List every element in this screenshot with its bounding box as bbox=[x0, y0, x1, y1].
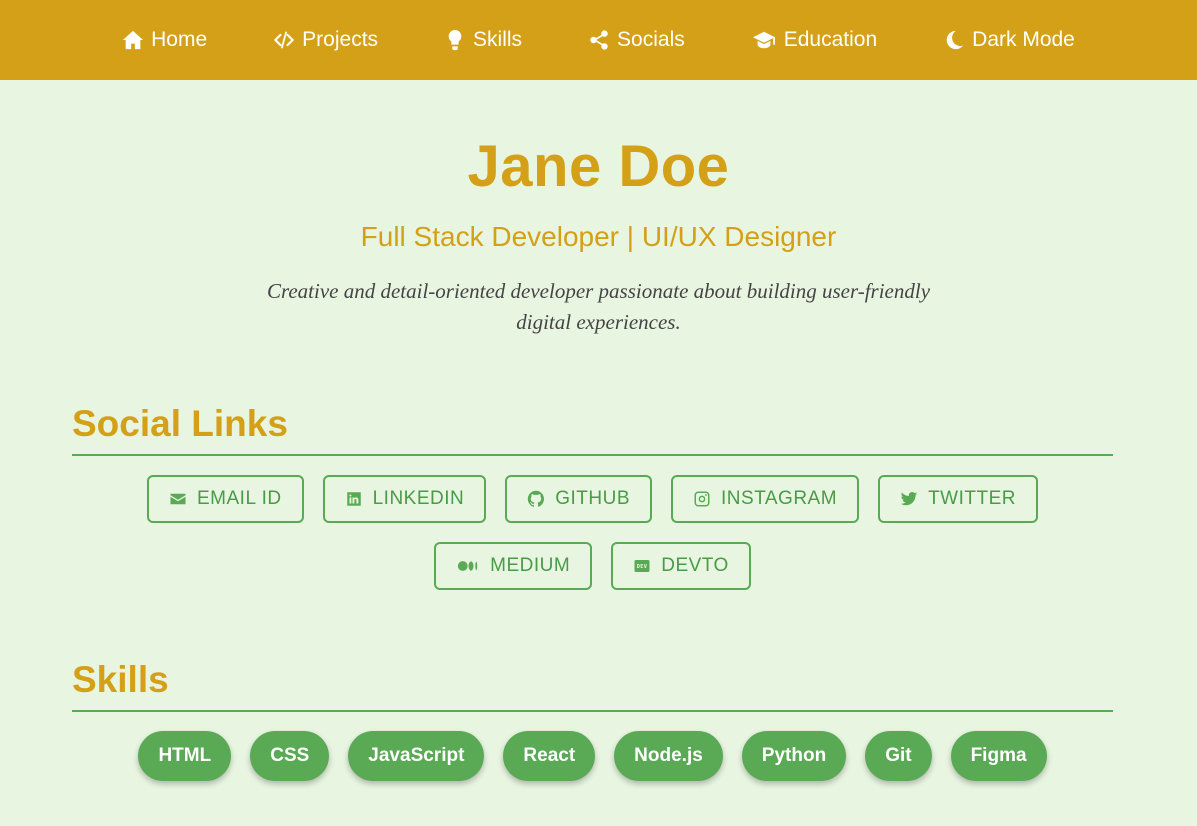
code-icon bbox=[274, 31, 295, 49]
profile-name: Jane Doe bbox=[467, 134, 730, 199]
nav-projects-label: Projects bbox=[302, 28, 379, 51]
skills-section: Skills HTML CSS JavaScript React Node.js… bbox=[72, 656, 1113, 781]
nav-skills[interactable]: Skills bbox=[411, 0, 555, 80]
social-links-heading: Social Links bbox=[72, 400, 1113, 456]
skill-tag[interactable]: HTML bbox=[138, 731, 232, 781]
skill-tag[interactable]: React bbox=[503, 731, 596, 781]
linkedin-icon bbox=[346, 492, 361, 506]
nav-education[interactable]: Education bbox=[718, 0, 910, 80]
nav-projects[interactable]: Projects bbox=[240, 0, 411, 80]
social-link-devto[interactable]: DEV DEVTO bbox=[611, 542, 751, 590]
nav-home-label: Home bbox=[151, 28, 208, 51]
nav-education-label: Education bbox=[783, 28, 878, 51]
nav-socials[interactable]: Socials bbox=[555, 0, 718, 80]
svg-text:DEV: DEV bbox=[637, 564, 648, 570]
social-links-list: EMAIL ID LINKEDIN GITHUB INSTAGRAM TWITT… bbox=[72, 475, 1113, 590]
social-link-medium[interactable]: MEDIUM bbox=[434, 542, 593, 590]
medium-icon bbox=[458, 561, 478, 571]
nav-skills-label: Skills bbox=[473, 28, 523, 51]
skill-tag[interactable]: Figma bbox=[950, 731, 1047, 781]
share-icon bbox=[590, 30, 608, 50]
skill-tag[interactable]: CSS bbox=[250, 731, 330, 781]
social-link-medium-label: MEDIUM bbox=[490, 555, 571, 576]
skill-tag[interactable]: Python bbox=[741, 731, 847, 781]
social-link-email-label: EMAIL ID bbox=[197, 488, 282, 509]
devto-icon: DEV bbox=[634, 560, 650, 572]
social-link-github[interactable]: GITHUB bbox=[505, 475, 653, 523]
skills-list: HTML CSS JavaScript React Node.js Python… bbox=[72, 731, 1113, 781]
social-link-instagram-label: INSTAGRAM bbox=[721, 488, 838, 509]
twitter-icon bbox=[900, 492, 918, 506]
instagram-icon bbox=[694, 491, 710, 507]
top-navbar: Home Projects Skills Socials Education D… bbox=[0, 0, 1197, 80]
social-link-linkedin-label: LINKEDIN bbox=[372, 488, 465, 509]
moon-icon bbox=[946, 30, 964, 50]
profile-description: Creative and detail-oriented developer p… bbox=[266, 279, 931, 334]
lightbulb-icon bbox=[448, 29, 462, 51]
envelope-icon bbox=[170, 493, 186, 505]
social-link-github-label: GITHUB bbox=[555, 488, 631, 509]
social-link-linkedin[interactable]: LINKEDIN bbox=[322, 475, 487, 523]
nav-home[interactable]: Home bbox=[89, 0, 240, 80]
social-link-instagram[interactable]: INSTAGRAM bbox=[671, 475, 860, 523]
nav-dark-mode[interactable]: Dark Mode bbox=[910, 0, 1108, 80]
home-icon bbox=[123, 30, 144, 50]
social-links-section: Social Links EMAIL ID LINKEDIN GITHUB IN… bbox=[72, 400, 1113, 590]
skill-tag[interactable]: JavaScript bbox=[348, 731, 485, 781]
social-link-devto-label: DEVTO bbox=[661, 555, 729, 576]
social-link-twitter-label: TWITTER bbox=[928, 488, 1016, 509]
profile-title: Full Stack Developer | UI/UX Designer bbox=[360, 221, 837, 252]
social-link-twitter[interactable]: TWITTER bbox=[878, 475, 1038, 523]
skill-tag[interactable]: Git bbox=[865, 731, 932, 781]
github-icon bbox=[528, 490, 545, 507]
hero: Jane Doe Full Stack Developer | UI/UX De… bbox=[0, 80, 1197, 338]
skill-tag[interactable]: Node.js bbox=[614, 731, 723, 781]
nav-socials-label: Socials bbox=[617, 28, 685, 51]
skills-heading: Skills bbox=[72, 656, 1113, 712]
nav-dark-mode-label: Dark Mode bbox=[972, 28, 1075, 51]
social-link-email[interactable]: EMAIL ID bbox=[147, 475, 304, 523]
graduation-cap-icon bbox=[752, 31, 775, 49]
